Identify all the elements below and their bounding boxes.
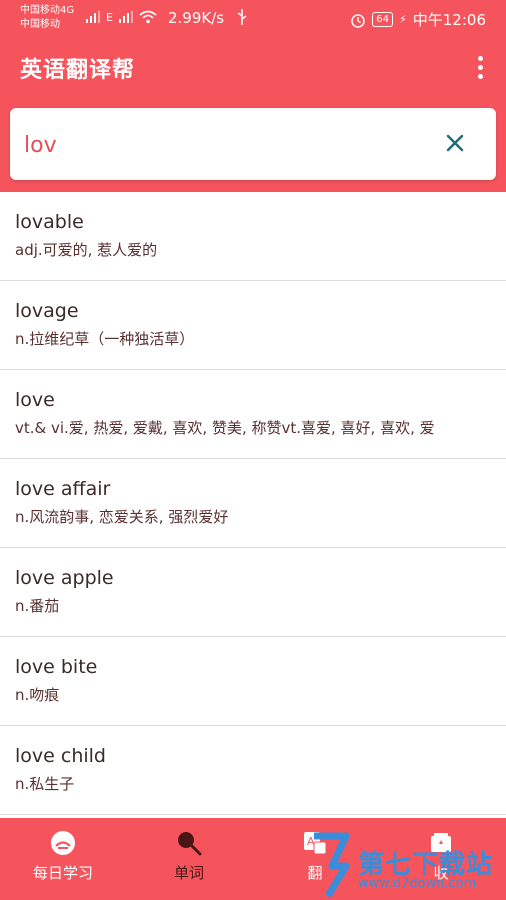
- definition: n.风流韵事, 恋爱关系, 强烈爱好: [15, 508, 229, 526]
- word: love apple: [15, 567, 114, 589]
- overflow-menu-icon[interactable]: [476, 56, 484, 79]
- word: lovage: [15, 300, 79, 322]
- app-bar: 英语翻译帮: [0, 38, 506, 100]
- signal-icon: [86, 11, 100, 23]
- charging-icon: ⚡: [399, 13, 407, 26]
- watermark-url: www.d7down.com: [358, 876, 477, 891]
- carrier-info: 中国移动4G 中国移动: [20, 4, 74, 32]
- signal-group: E: [86, 10, 157, 24]
- carrier-2: 中国移动: [20, 19, 60, 30]
- network-speed: 2.99K/s: [168, 9, 225, 27]
- signal-icon-2: [118, 11, 133, 23]
- nav-words[interactable]: 单词: [126, 830, 252, 883]
- word: love: [15, 389, 55, 411]
- clear-icon[interactable]: [444, 132, 466, 154]
- status-right: 64 ⚡ 中午12:06: [350, 9, 486, 30]
- definition: n.吻痕: [15, 686, 60, 704]
- daily-study-icon: [51, 831, 75, 855]
- clock: 中午12:06: [412, 11, 486, 29]
- definition: n.番茄: [15, 597, 60, 615]
- search-input[interactable]: [22, 126, 426, 164]
- nav-words-label: 单词: [173, 864, 204, 882]
- nav-daily-study[interactable]: 每日学习: [0, 830, 126, 883]
- search-area: [0, 100, 506, 192]
- list-item[interactable]: love apple n.番茄: [0, 548, 506, 637]
- battery-level: 64: [372, 12, 394, 27]
- definition: n.拉维纪草（一种独活草）: [15, 330, 195, 348]
- usb-icon: [236, 8, 248, 30]
- wifi-icon: [139, 10, 157, 24]
- watermark: 第七下载站 www.d7down.com: [310, 826, 506, 900]
- definition: vt.& vi.爱, 热爱, 爱戴, 喜欢, 赞美, 称赞vt.喜爱, 喜好, …: [15, 419, 435, 437]
- list-item[interactable]: love child n.私生子: [0, 726, 506, 815]
- app-title: 英语翻译帮: [20, 58, 136, 83]
- word: love child: [15, 745, 106, 767]
- list-item[interactable]: love bite n.吻痕: [0, 637, 506, 726]
- word: lovable: [15, 211, 84, 233]
- search-box: [10, 108, 496, 180]
- alarm-icon: [351, 13, 366, 28]
- carrier-1: 中国移动4G: [20, 5, 75, 16]
- network-e-label: E: [106, 10, 113, 24]
- definition: n.私生子: [15, 775, 75, 793]
- list-item[interactable]: lovage n.拉维纪草（一种独活草）: [0, 281, 506, 370]
- watermark-logo-icon: [314, 832, 350, 898]
- status-bar: 中国移动4G 中国移动 E 2.99K/s 64 ⚡ 中午12:06: [0, 0, 506, 38]
- list-item[interactable]: love affair n.风流韵事, 恋爱关系, 强烈爱好: [0, 459, 506, 548]
- results-list: lovable adj.可爱的, 惹人爱的 lovage n.拉维纪草（一种独活…: [0, 192, 506, 818]
- word: love bite: [15, 656, 98, 678]
- list-item[interactable]: love vt.& vi.爱, 热爱, 爱戴, 喜欢, 赞美, 称赞vt.喜爱,…: [0, 370, 506, 459]
- search-words-icon: [178, 832, 202, 856]
- list-item[interactable]: lovable adj.可爱的, 惹人爱的: [0, 192, 506, 281]
- word: love affair: [15, 478, 111, 500]
- definition: adj.可爱的, 惹人爱的: [15, 241, 158, 259]
- nav-daily-study-label: 每日学习: [32, 864, 93, 882]
